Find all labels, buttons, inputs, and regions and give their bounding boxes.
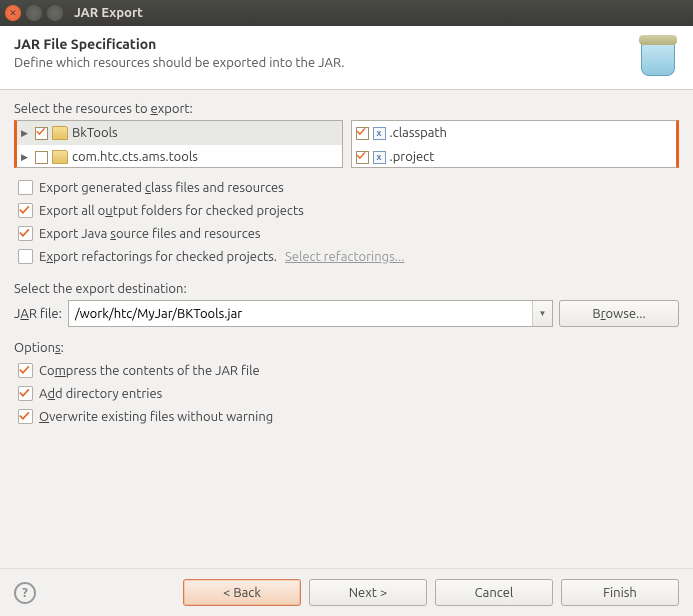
checkbox-label: Export all output folders for checked pr…	[39, 204, 304, 218]
cancel-button[interactable]: Cancel	[435, 579, 553, 606]
checkbox-label: Export generated class files and resourc…	[39, 181, 284, 195]
checkbox-label: Compress the contents of the JAR file	[39, 364, 260, 378]
options-label: Options:	[14, 341, 679, 355]
file-icon: x	[373, 151, 386, 164]
opt-add-directory[interactable]: Add directory entries	[18, 386, 679, 401]
tree-item-bktools[interactable]: ▶ BkTools	[17, 121, 342, 145]
next-button[interactable]: Next >	[309, 579, 427, 606]
help-icon[interactable]: ?	[14, 582, 36, 604]
window-close-button[interactable]: ✕	[5, 5, 21, 21]
file-item-project[interactable]: x .project	[352, 145, 677, 168]
browse-button[interactable]: Browse...	[559, 300, 679, 327]
checkbox[interactable]	[18, 203, 33, 218]
tree-item-label: BkTools	[72, 126, 118, 140]
checkbox[interactable]	[18, 249, 33, 264]
file-item-label: .classpath	[390, 126, 447, 140]
jar-file-combo[interactable]: ▼	[68, 300, 553, 327]
window-minimize-button[interactable]	[26, 5, 42, 21]
page-subtitle: Define which resources should be exporte…	[14, 56, 679, 70]
file-icon: x	[373, 127, 386, 140]
resource-selector: ▶ BkTools ▶ com.htc.cts.ams.tools x .cla…	[14, 120, 679, 168]
tree-item-label: com.htc.cts.ams.tools	[72, 150, 198, 164]
checkbox[interactable]	[18, 363, 33, 378]
checkbox-label: Export refactorings for checked projects…	[39, 250, 277, 264]
window-title: JAR Export	[74, 6, 143, 20]
folder-icon	[52, 150, 68, 164]
finish-button[interactable]: Finish	[561, 579, 679, 606]
title-bar: ✕ JAR Export	[0, 0, 693, 26]
opt-compress[interactable]: Compress the contents of the JAR file	[18, 363, 679, 378]
jar-icon	[629, 32, 679, 82]
expand-icon[interactable]: ▶	[21, 152, 31, 163]
jar-file-label: JAR file:	[14, 307, 62, 321]
wizard-header: JAR File Specification Define which reso…	[0, 26, 693, 90]
file-list-pane[interactable]: x .classpath x .project	[351, 120, 680, 168]
checkbox[interactable]	[18, 386, 33, 401]
jar-file-input[interactable]	[69, 301, 532, 326]
back-button[interactable]: < Back	[183, 579, 301, 606]
file-item-classpath[interactable]: x .classpath	[352, 121, 677, 145]
resources-label: Select the resources to export:	[14, 102, 679, 116]
checkbox-label: Add directory entries	[39, 387, 162, 401]
checkbox-label: Export Java source files and resources	[39, 227, 261, 241]
opt-export-output-folders[interactable]: Export all output folders for checked pr…	[18, 203, 679, 218]
file-checkbox[interactable]	[356, 151, 369, 164]
checkbox[interactable]	[18, 409, 33, 424]
window-maximize-button[interactable]	[47, 5, 63, 21]
opt-overwrite[interactable]: Overwrite existing files without warning	[18, 409, 679, 424]
tree-checkbox[interactable]	[35, 151, 48, 164]
folder-icon	[52, 126, 68, 140]
file-item-label: .project	[390, 150, 435, 164]
opt-export-refactorings[interactable]: Export refactorings for checked projects…	[18, 249, 679, 264]
dropdown-icon[interactable]: ▼	[532, 301, 552, 326]
select-refactorings-link[interactable]: Select refactorings...	[285, 250, 404, 264]
tree-item-comhtc[interactable]: ▶ com.htc.cts.ams.tools	[17, 145, 342, 168]
wizard-footer: ? < Back Next > Cancel Finish	[0, 568, 693, 616]
file-checkbox[interactable]	[356, 127, 369, 140]
opt-export-source-files[interactable]: Export Java source files and resources	[18, 226, 679, 241]
destination-label: Select the export destination:	[14, 282, 679, 296]
opt-export-class-files[interactable]: Export generated class files and resourc…	[18, 180, 679, 195]
tree-checkbox[interactable]	[35, 127, 48, 140]
checkbox-label: Overwrite existing files without warning	[39, 410, 273, 424]
page-title: JAR File Specification	[14, 36, 679, 52]
project-tree-pane[interactable]: ▶ BkTools ▶ com.htc.cts.ams.tools	[14, 120, 343, 168]
expand-icon[interactable]: ▶	[21, 128, 31, 139]
checkbox[interactable]	[18, 226, 33, 241]
checkbox[interactable]	[18, 180, 33, 195]
